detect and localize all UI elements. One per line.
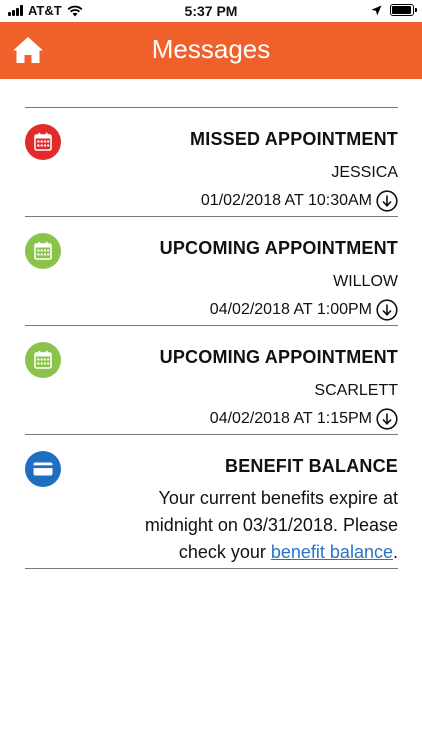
benefit-body-end: . [392, 542, 398, 562]
message-datetime-row: 01/02/2018 AT 10:30AM [201, 190, 398, 212]
message-list: MISSED APPOINTMENT JESSICA 01/02/2018 AT… [25, 107, 398, 569]
benefit-message-item: BENEFIT BALANCE Your current benefits ex… [25, 435, 398, 569]
message-datetime-row: 04/02/2018 AT 1:15PM [210, 408, 398, 430]
status-time: 5:37 PM [184, 3, 238, 19]
message-item[interactable]: MISSED APPOINTMENT JESSICA 01/02/2018 AT… [25, 108, 398, 217]
expand-arrow-down-icon[interactable] [376, 299, 398, 321]
calendar-icon [25, 233, 61, 269]
message-item[interactable]: UPCOMING APPOINTMENT WILLOW 04/02/2018 A… [25, 217, 398, 326]
message-name: SCARLETT [314, 382, 398, 399]
message-datetime: 04/02/2018 AT 1:15PM [209, 410, 372, 427]
message-name: JESSICA [331, 164, 398, 181]
message-datetime: 01/02/2018 AT 10:30AM [200, 192, 372, 209]
message-item[interactable]: UPCOMING APPOINTMENT SCARLETT 04/02/2018… [25, 326, 398, 435]
message-name: WILLOW [333, 273, 398, 290]
page-title: Messages [151, 34, 271, 64]
status-right [371, 4, 417, 16]
message-datetime: 04/02/2018 AT 1:00PM [209, 301, 372, 318]
calendar-glyph [34, 350, 52, 369]
calendar-icon [25, 342, 61, 378]
status-bar: AT&T 5:37 PM [0, 0, 422, 22]
credit-card-icon [25, 451, 61, 487]
battery-level-fill [392, 6, 411, 14]
battery-icon [390, 4, 417, 16]
expand-arrow-down-icon[interactable] [376, 190, 398, 212]
expand-arrow-down-icon[interactable] [376, 408, 398, 430]
calendar-glyph [34, 132, 52, 151]
calendar-icon [25, 124, 61, 160]
app-header: Messages [0, 22, 422, 79]
message-title: BENEFIT BALANCE [225, 456, 398, 476]
message-title: UPCOMING APPOINTMENT [159, 238, 398, 258]
location-arrow-icon [371, 5, 382, 15]
benefit-balance-link[interactable]: benefit balance [271, 542, 393, 562]
benefit-message-body: Your current benefits expire at midnight… [98, 485, 398, 566]
message-datetime-row: 04/02/2018 AT 1:00PM [210, 299, 398, 321]
credit-card-glyph [33, 462, 53, 476]
message-title: MISSED APPOINTMENT [190, 129, 398, 149]
calendar-glyph [34, 241, 52, 260]
message-title: UPCOMING APPOINTMENT [159, 347, 398, 367]
